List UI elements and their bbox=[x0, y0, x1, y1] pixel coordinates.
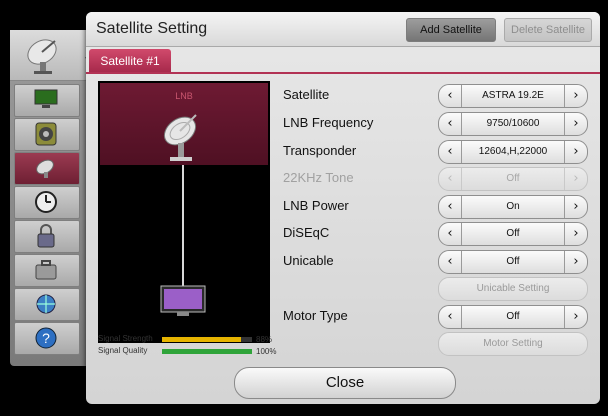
menu-item-sound[interactable] bbox=[14, 118, 80, 151]
chevron-right-icon: › bbox=[564, 168, 587, 190]
lnb-frequency-label: LNB Frequency bbox=[283, 115, 374, 130]
chevron-right-icon[interactable]: › bbox=[564, 141, 587, 163]
lnb-power-label: LNB Power bbox=[283, 198, 349, 213]
title-bar: Satellite Setting Add Satellite Delete S… bbox=[86, 12, 600, 47]
briefcase-icon bbox=[35, 260, 57, 280]
speaker-icon bbox=[35, 122, 57, 146]
chevron-left-icon[interactable]: ‹ bbox=[439, 141, 462, 163]
transponder-stepper: ‹ 12604,H,22000 › bbox=[438, 140, 588, 164]
satellite-value: ASTRA 19.2E bbox=[482, 90, 544, 101]
motor-type-value: Off bbox=[506, 311, 520, 322]
chevron-left-icon: ‹ bbox=[439, 168, 462, 190]
lnb-frequency-value: 9750/10600 bbox=[486, 118, 540, 129]
diseqc-stepper: ‹ Off › bbox=[438, 222, 588, 246]
unicable-label: Unicable bbox=[283, 253, 334, 268]
signal-quality-bar bbox=[162, 349, 252, 354]
chevron-left-icon[interactable]: ‹ bbox=[439, 251, 462, 273]
motor-type-stepper: ‹ Off › bbox=[438, 305, 588, 329]
motor-setting-button[interactable]: Motor Setting bbox=[438, 332, 588, 356]
lnb-power-stepper: ‹ On › bbox=[438, 195, 588, 219]
chevron-left-icon[interactable]: ‹ bbox=[439, 196, 462, 218]
chevron-left-icon[interactable]: ‹ bbox=[439, 85, 462, 107]
close-button[interactable]: Close bbox=[234, 367, 456, 399]
motor-type-label: Motor Type bbox=[283, 308, 348, 323]
chevron-right-icon[interactable]: › bbox=[564, 113, 587, 135]
diseqc-label: DiSEqC bbox=[283, 225, 330, 240]
menu-item-option[interactable] bbox=[14, 254, 80, 287]
chevron-right-icon[interactable]: › bbox=[564, 85, 587, 107]
chevron-right-icon[interactable]: › bbox=[564, 306, 587, 328]
tv-picture-icon bbox=[34, 89, 58, 108]
transponder-label: Transponder bbox=[283, 143, 357, 158]
satellite-setting-dialog: Satellite Setting Add Satellite Delete S… bbox=[86, 12, 600, 404]
tab-satellite-1[interactable]: Satellite #1 bbox=[89, 49, 171, 73]
menu-item-picture[interactable] bbox=[14, 84, 80, 117]
chevron-right-icon[interactable]: › bbox=[564, 196, 587, 218]
signal-strength-track bbox=[162, 337, 252, 342]
satellite-diagram: LNB bbox=[98, 81, 270, 343]
diseqc-value: Off bbox=[506, 228, 520, 239]
lock-icon bbox=[37, 224, 55, 248]
tone-22khz-stepper: ‹ Off › bbox=[438, 167, 588, 191]
tone-22khz-label: 22KHz Tone bbox=[283, 170, 354, 185]
satellite-label: Satellite bbox=[283, 87, 330, 102]
unicable-setting-button[interactable]: Unicable Setting bbox=[438, 277, 588, 301]
tone-22khz-value: Off bbox=[506, 173, 520, 184]
signal-quality-value: 100% bbox=[256, 347, 277, 356]
tab-underline bbox=[86, 72, 600, 74]
menu-item-time[interactable] bbox=[14, 186, 80, 219]
help-icon: ? bbox=[35, 327, 57, 349]
globe-network-icon bbox=[36, 294, 56, 314]
menu-item-support[interactable]: ? bbox=[14, 322, 80, 355]
chevron-left-icon[interactable]: ‹ bbox=[439, 113, 462, 135]
add-satellite-button[interactable]: Add Satellite bbox=[406, 18, 496, 42]
signal-strength-label: Signal Strength bbox=[98, 334, 153, 343]
satellite-dish-icon bbox=[156, 109, 208, 170]
chevron-right-icon[interactable]: › bbox=[564, 223, 587, 245]
cable-line bbox=[182, 165, 184, 289]
lnb-frequency-stepper: ‹ 9750/10600 › bbox=[438, 112, 588, 136]
satellite-dish-icon bbox=[36, 159, 54, 178]
delete-satellite-button[interactable]: Delete Satellite bbox=[504, 18, 592, 42]
chevron-left-icon[interactable]: ‹ bbox=[439, 306, 462, 328]
menu-item-lock[interactable] bbox=[14, 220, 80, 253]
tv-icon bbox=[160, 285, 206, 322]
unicable-stepper: ‹ Off › bbox=[438, 250, 588, 274]
transponder-value: 12604,H,22000 bbox=[478, 146, 548, 157]
satellite-stepper: ‹ ASTRA 19.2E › bbox=[438, 84, 588, 108]
satellite-dish-icon bbox=[22, 34, 66, 81]
svg-text:?: ? bbox=[42, 330, 50, 346]
menu-item-channel[interactable] bbox=[14, 152, 80, 185]
signal-quality-label: Signal Quality bbox=[98, 346, 148, 355]
dialog-title: Satellite Setting bbox=[96, 20, 208, 37]
menu-item-network[interactable] bbox=[14, 288, 80, 321]
signal-strength-value: 88% bbox=[256, 335, 273, 344]
chevron-right-icon[interactable]: › bbox=[564, 251, 587, 273]
lnb-label: LNB bbox=[175, 91, 193, 101]
signal-strength-bar bbox=[162, 337, 242, 342]
signal-quality-track bbox=[162, 349, 252, 354]
chevron-left-icon[interactable]: ‹ bbox=[439, 223, 462, 245]
unicable-value: Off bbox=[506, 256, 520, 267]
lnb-power-value: On bbox=[506, 201, 520, 212]
clock-icon bbox=[35, 191, 57, 213]
